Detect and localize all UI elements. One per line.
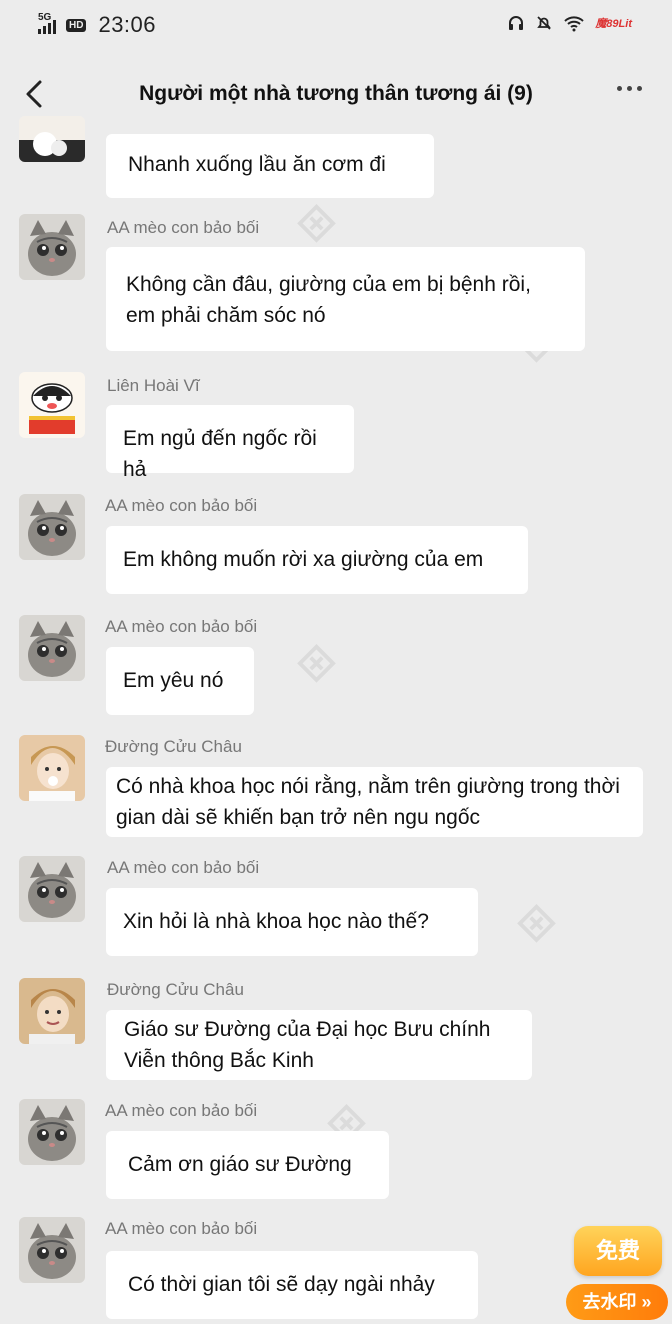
message-text: Cảm ơn giáo sư Đường bbox=[128, 1153, 352, 1176]
hd-badge: HD bbox=[66, 18, 87, 32]
message-bubble[interactable]: Em không muốn rời xa giường của em bbox=[106, 526, 528, 594]
message-bubble[interactable]: Có thời gian tôi sẽ dạy ngài nhảy bbox=[106, 1251, 478, 1319]
message-text: Có nhà khoa học nói rằng, nằm trên giườn… bbox=[116, 775, 620, 829]
chat-header: Người một nhà tương thân tương ái (9) bbox=[0, 52, 672, 136]
boy-avatar[interactable] bbox=[19, 978, 85, 1044]
cat-avatar[interactable] bbox=[19, 494, 85, 560]
sender-name: AA mèo con bảo bối bbox=[107, 858, 260, 877]
message-text: Em yêu nó bbox=[123, 669, 224, 692]
message-text: Xin hỏi là nhà khoa học nào thế? bbox=[123, 910, 429, 933]
more-options-icon[interactable] bbox=[617, 86, 642, 91]
sender-name: AA mèo con bảo bối bbox=[105, 617, 258, 636]
carrier-brand: 魔89Lit bbox=[595, 18, 632, 30]
status-time: 23:06 bbox=[98, 12, 157, 37]
status-bar: 5G HD 23:06 魔89Lit bbox=[0, 0, 672, 52]
cat-avatar[interactable] bbox=[19, 615, 85, 681]
sender-name: Đường Cửu Châu bbox=[105, 737, 242, 756]
message-bubble[interactable]: Cảm ơn giáo sư Đường bbox=[106, 1131, 389, 1199]
signal-icon: 5G bbox=[38, 12, 56, 34]
cat-avatar[interactable] bbox=[19, 856, 85, 922]
message-text: Giáo sư Đường của Đại học Bưu chính Viễn… bbox=[124, 1018, 491, 1072]
message-text: Em ngủ đến ngốc rồi hả bbox=[123, 427, 317, 481]
chat-title: Người một nhà tương thân tương ái (9) bbox=[139, 82, 533, 105]
remove-watermark-badge[interactable]: 免费 去水印 » bbox=[566, 1226, 668, 1322]
remove-watermark-button[interactable]: 去水印 » bbox=[566, 1284, 668, 1320]
cartoon-avatar[interactable] bbox=[19, 372, 85, 438]
watermark: ⊞ bbox=[289, 635, 345, 691]
cat-avatar[interactable] bbox=[19, 214, 85, 280]
cat-avatar[interactable] bbox=[19, 1099, 85, 1165]
message-bubble[interactable]: Em yêu nó bbox=[106, 647, 254, 715]
boy-avatar[interactable] bbox=[19, 735, 85, 801]
cat-avatar[interactable] bbox=[19, 1217, 85, 1283]
headphones-icon bbox=[509, 16, 524, 30]
watermark: ⊞ bbox=[289, 195, 345, 251]
message-text: Em không muốn rời xa giường của em bbox=[123, 548, 484, 571]
sender-name: Đường Cửu Châu bbox=[107, 980, 244, 999]
wifi-icon bbox=[564, 16, 585, 32]
status-right: 魔89Lit bbox=[507, 14, 632, 32]
status-left: 5G HD 23:06 bbox=[38, 12, 156, 38]
free-label: 免费 bbox=[574, 1226, 662, 1276]
message-text: Nhanh xuống lầu ăn cơm đi bbox=[128, 153, 386, 176]
message-bubble[interactable]: Xin hỏi là nhà khoa học nào thế? bbox=[106, 888, 478, 956]
avatar[interactable] bbox=[19, 116, 85, 162]
message-bubble[interactable]: Nhanh xuống lầu ăn cơm đi bbox=[106, 134, 434, 198]
sender-name: Liên Hoài Vĩ bbox=[107, 376, 200, 395]
watermark: ⊞ bbox=[509, 895, 565, 951]
network-type: 5G bbox=[38, 12, 52, 23]
message-bubble[interactable]: Em ngủ đến ngốc rồi hả bbox=[106, 405, 354, 481]
message-text: Không cần đâu, giường của em bị bệnh rồi… bbox=[126, 273, 531, 327]
bell-off-icon bbox=[537, 16, 552, 30]
message-bubble[interactable]: Có nhà khoa học nói rằng, nằm trên giườn… bbox=[106, 767, 643, 837]
message-text: Có thời gian tôi sẽ dạy ngài nhảy bbox=[128, 1273, 435, 1296]
sender-name: AA mèo con bảo bối bbox=[107, 218, 260, 237]
sender-name: AA mèo con bảo bối bbox=[105, 496, 258, 515]
message-bubble[interactable]: Không cần đâu, giường của em bị bệnh rồi… bbox=[106, 247, 585, 351]
sender-name: AA mèo con bảo bối bbox=[105, 1219, 258, 1238]
sender-name: AA mèo con bảo bối bbox=[105, 1101, 258, 1120]
message-bubble[interactable]: Giáo sư Đường của Đại học Bưu chính Viễn… bbox=[106, 1010, 532, 1080]
